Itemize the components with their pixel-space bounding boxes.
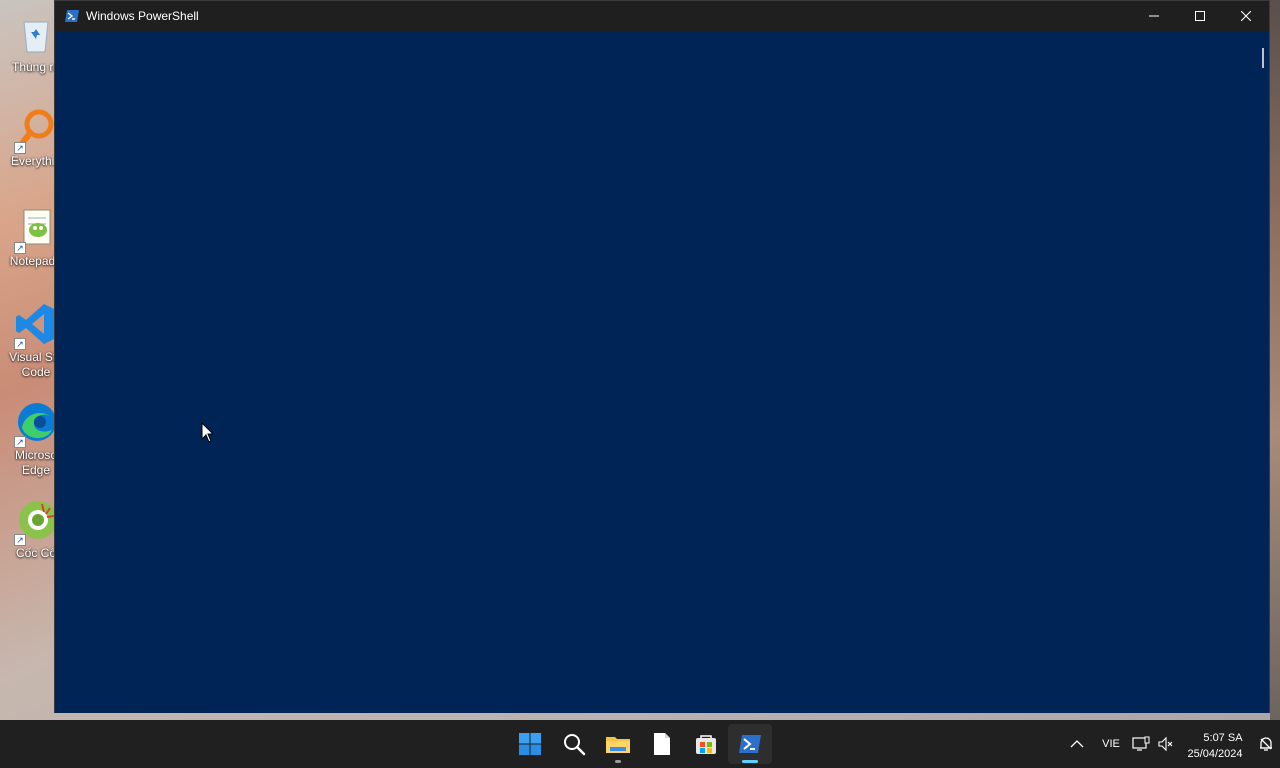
maximize-icon (1195, 11, 1205, 21)
clock-time: 5:07 SA (1203, 732, 1243, 744)
clock-date: 25/04/2024 (1187, 748, 1243, 760)
window-titlebar[interactable]: Windows PowerShell (55, 1, 1269, 31)
vscode-icon: ↗ (14, 302, 58, 350)
window-title: Windows PowerShell (86, 9, 199, 23)
powershell-icon (65, 10, 79, 22)
windows-start-icon (519, 733, 541, 755)
vertical-scrollbar[interactable] (1254, 31, 1269, 713)
everything-search-icon: ↗ (14, 106, 58, 154)
language-indicator[interactable]: VIE (1094, 724, 1128, 764)
store-icon (696, 735, 716, 754)
notification-bell-icon (1260, 737, 1272, 751)
store-button[interactable] (684, 724, 728, 764)
volume-button[interactable] (1154, 724, 1178, 764)
recycle-bin-icon (14, 12, 58, 56)
wallpaper-edge (1270, 0, 1280, 720)
active-indicator (742, 760, 758, 763)
taskbar-apps (508, 720, 772, 768)
minimize-button[interactable] (1131, 1, 1177, 31)
system-tray: VIE 5:07 SA 25/04/2024 (1060, 720, 1280, 768)
coccoc-icon: ↗ (14, 498, 58, 546)
powershell-taskbar-button[interactable] (728, 724, 772, 764)
search-button[interactable] (552, 724, 596, 764)
network-icon (1132, 736, 1150, 751)
close-icon (1241, 11, 1251, 21)
show-hidden-icons-button[interactable] (1060, 724, 1094, 764)
search-icon (564, 734, 586, 756)
mouse-cursor-icon (201, 422, 215, 443)
network-button[interactable] (1128, 724, 1154, 764)
folder-icon (606, 737, 630, 753)
shortcut-arrow-icon: ↗ (14, 338, 26, 350)
shortcut-arrow-icon: ↗ (14, 142, 26, 154)
chevron-up-icon (1070, 740, 1084, 748)
maximize-button[interactable] (1177, 1, 1223, 31)
scrollbar-thumb[interactable] (1262, 48, 1264, 68)
notifications-button[interactable] (1252, 724, 1280, 764)
taskbar: VIE 5:07 SA 25/04/2024 (0, 720, 1280, 768)
close-button[interactable] (1223, 1, 1269, 31)
minimize-icon (1149, 15, 1159, 17)
start-button[interactable] (508, 724, 552, 764)
clock[interactable]: 5:07 SA 25/04/2024 (1178, 724, 1252, 764)
volume-muted-icon (1158, 736, 1173, 752)
notepad-button[interactable] (640, 724, 684, 764)
file-explorer-button[interactable] (596, 724, 640, 764)
edge-icon: ↗ (14, 400, 58, 448)
shortcut-arrow-icon: ↗ (14, 436, 26, 448)
powershell-icon (739, 735, 761, 753)
notepad-plus-plus-icon: ↗ (14, 206, 58, 254)
powershell-window[interactable]: Windows PowerShell (54, 0, 1270, 713)
console-area[interactable] (55, 31, 1255, 713)
window-controls (1131, 1, 1269, 31)
document-icon (654, 733, 670, 755)
running-indicator (615, 760, 621, 763)
shortcut-arrow-icon: ↗ (14, 534, 26, 546)
shortcut-arrow-icon: ↗ (14, 242, 26, 254)
